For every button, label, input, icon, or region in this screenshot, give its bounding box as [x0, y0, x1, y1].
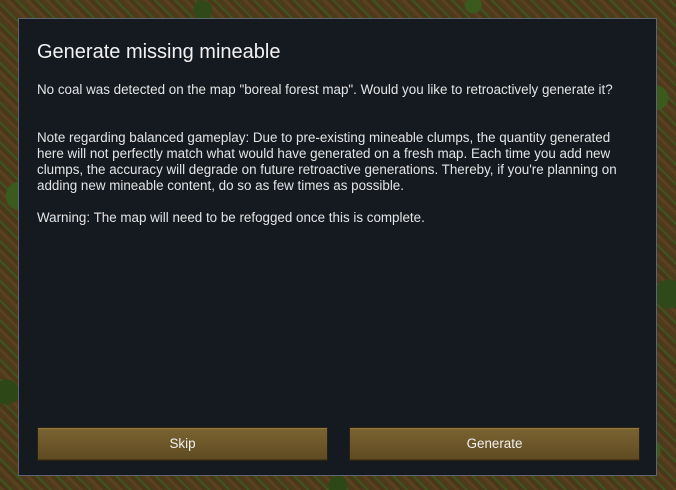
generate-mineable-dialog: Generate missing mineable No coal was de… [18, 18, 657, 476]
dialog-title: Generate missing mineable [37, 41, 281, 63]
refog-warning: Warning: The map will need to be refogge… [37, 210, 425, 225]
balance-note: Note regarding balanced gameplay: Due to… [37, 130, 617, 193]
skip-button[interactable]: Skip [37, 427, 328, 461]
generate-button[interactable]: Generate [349, 427, 640, 461]
detection-message: No coal was detected on the map "boreal … [37, 82, 613, 97]
